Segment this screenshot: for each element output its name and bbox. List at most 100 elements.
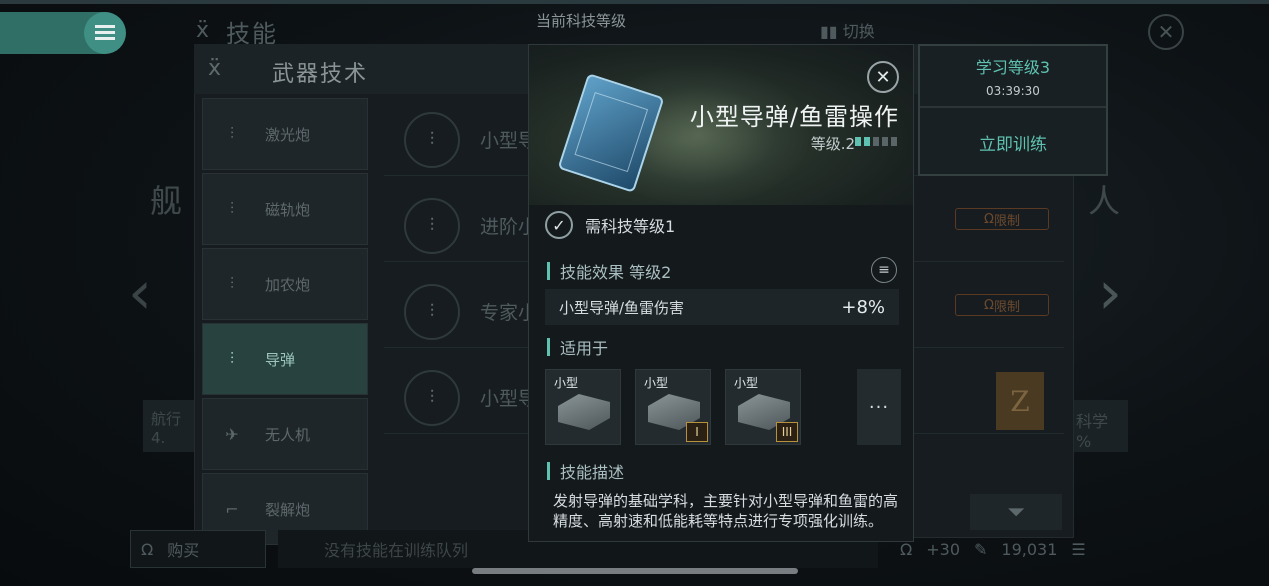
modal-close-button[interactable]: ✕	[867, 61, 899, 93]
science-card: 科学%	[1068, 400, 1128, 452]
effect-header-label: 技能效果 等级2	[560, 263, 672, 282]
sidebar-item-railgun[interactable]: ⫶ 磁轨炮	[202, 173, 368, 245]
desc-header: 技能描述	[547, 459, 624, 483]
train-now-label: 立即训练	[979, 134, 1047, 155]
dna-icon: ẍ	[208, 56, 222, 81]
sidebar-item-label: 无人机	[265, 425, 311, 444]
sidebar-item-label: 导弹	[265, 350, 296, 369]
limit-label: 限制	[993, 213, 1020, 229]
tier-badge: I	[686, 422, 708, 442]
page-close-button[interactable]: ✕	[1148, 14, 1184, 50]
weapon-sidebar: ⫶ 激光炮 ⫶ 磁轨炮 ⫶ 加农炮 ⫶ 导弹 ✈ 无人机 ⌐ 裂解炮	[202, 98, 368, 545]
nav-card-label: 航行	[151, 410, 182, 428]
applies-header: 适用于	[547, 335, 608, 359]
science-card-label: 科学	[1076, 412, 1109, 431]
missile-skill-icon: ⫶	[404, 111, 460, 168]
sidebar-item-label: 加农炮	[265, 275, 311, 294]
limit-label: 限制	[993, 299, 1020, 315]
level-pip	[855, 137, 861, 146]
switch-icon: ▮▮	[820, 22, 843, 41]
more-launchers-button[interactable]: ···	[857, 369, 901, 445]
level-pips	[855, 137, 897, 146]
desc-header-label: 技能描述	[560, 463, 625, 482]
effect-header: 技能效果 等级2	[547, 259, 671, 283]
laser-icon: ⫶	[229, 124, 234, 143]
menu-button[interactable]	[84, 12, 126, 54]
sidebar-item-label: 激光炮	[265, 125, 311, 144]
close-icon: ✕	[875, 66, 891, 88]
train-timer: 03:39:30	[986, 84, 1040, 98]
disintegrator-icon: ⌐	[225, 499, 239, 519]
train-now-button[interactable]: 立即训练	[920, 110, 1106, 174]
section-bar	[547, 462, 550, 480]
detail-list-button[interactable]: ≡	[871, 257, 897, 283]
queue-text: 没有技能在训练队列	[324, 541, 469, 560]
effect-name: 小型导弹/鱼雷伤害	[559, 298, 685, 317]
tech-level-label: 当前科技等级	[536, 12, 627, 30]
requirement-text: 需科技等级1	[585, 217, 676, 236]
chevron-right-icon[interactable]: ›	[1098, 258, 1122, 328]
book-frame	[574, 92, 649, 173]
top-border	[0, 0, 1269, 4]
syringe-icon: ✎	[974, 539, 988, 559]
ship-category-label: 舰	[150, 182, 183, 220]
resource-value-1: +30	[926, 539, 960, 559]
sidebar-item-drone[interactable]: ✈ 无人机	[202, 398, 368, 470]
omega-icon: Ω	[900, 539, 913, 559]
level-pip	[891, 137, 897, 146]
omega-icon: Ω	[141, 539, 154, 559]
modal-banner: ✕ 小型导弹/鱼雷操作 等级.2	[529, 45, 913, 205]
level-pip	[882, 137, 888, 146]
drone-icon: ✈	[225, 424, 239, 444]
resource-bar: Ω +30 ✎ 19,031 ☰	[900, 530, 1150, 568]
switch-button[interactable]: ▮▮ 切换	[820, 18, 875, 42]
skill-dna-icon: ẍ	[196, 18, 210, 43]
requirement-row: ✓ 需科技等级1	[545, 211, 675, 239]
launcher-tile[interactable]: 小型 I	[635, 369, 711, 445]
tier-badge: III	[776, 422, 798, 442]
applies-header-label: 适用于	[560, 339, 609, 358]
switch-label: 切换	[842, 22, 875, 41]
effect-value: +8%	[841, 296, 885, 318]
filter-icon: ⏷	[1007, 499, 1025, 525]
train-info: 学习等级3 03:39:30	[920, 46, 1106, 108]
sidebar-item-laser[interactable]: ⫶ 激光炮	[202, 98, 368, 170]
launcher-label: 小型	[554, 376, 579, 390]
more-label: ···	[868, 396, 890, 418]
filter-button[interactable]: ⏷	[970, 494, 1062, 530]
person-category-label: 人	[1088, 182, 1121, 220]
launcher-tile[interactable]: 小型	[545, 369, 621, 445]
launcher-label: 小型	[734, 376, 759, 390]
resource-value-2: 19,031	[1001, 539, 1058, 559]
launcher-tile[interactable]: 小型 III	[725, 369, 801, 445]
check-icon: ✓	[545, 211, 573, 239]
menu-icon[interactable]: ☰	[1071, 540, 1085, 559]
sidebar-item-label: 裂解炮	[265, 500, 311, 519]
limit-badge: Ω 限制	[955, 294, 1049, 316]
missile-icon: ⫶	[229, 349, 234, 368]
railgun-icon: ⫶	[229, 199, 234, 218]
limit-icon: Ω	[984, 297, 994, 313]
list-icon: ≡	[878, 262, 890, 278]
panel-title: 武器技术	[272, 62, 369, 87]
section-bar	[547, 338, 550, 356]
sidebar-item-missile[interactable]: ⫶ 导弹	[202, 323, 368, 395]
home-indicator[interactable]	[472, 568, 798, 574]
cannon-icon: ⫶	[229, 274, 234, 293]
launcher-label: 小型	[644, 376, 669, 390]
missile-launcher-icon	[558, 394, 610, 430]
skill-detail-modal: ✕ 小型导弹/鱼雷操作 等级.2 ✓ 需科技等级1 技能效果 等级2 ≡ 小型导…	[528, 44, 914, 542]
sidebar-item-label: 磁轨炮	[265, 200, 311, 219]
buy-label: 购买	[167, 541, 200, 560]
limit-icon: Ω	[984, 211, 994, 227]
skill-description: 发射导弹的基础学科，主要针对小型导弹和鱼雷的高精度、高射速和低能耗等特点进行专项…	[553, 492, 899, 530]
section-bar	[547, 262, 550, 280]
train-level-title: 学习等级3	[975, 58, 1051, 77]
effect-row: 小型导弹/鱼雷伤害 +8%	[545, 289, 899, 325]
buy-button[interactable]: Ω 购买	[130, 530, 266, 568]
sidebar-item-cannon[interactable]: ⫶ 加农炮	[202, 248, 368, 320]
chevron-left-icon[interactable]: ‹	[128, 258, 152, 328]
science-card-value: %	[1076, 432, 1092, 451]
missile-skill-icon: ⫶	[404, 197, 460, 254]
nav-card-value: 4.	[151, 429, 166, 447]
